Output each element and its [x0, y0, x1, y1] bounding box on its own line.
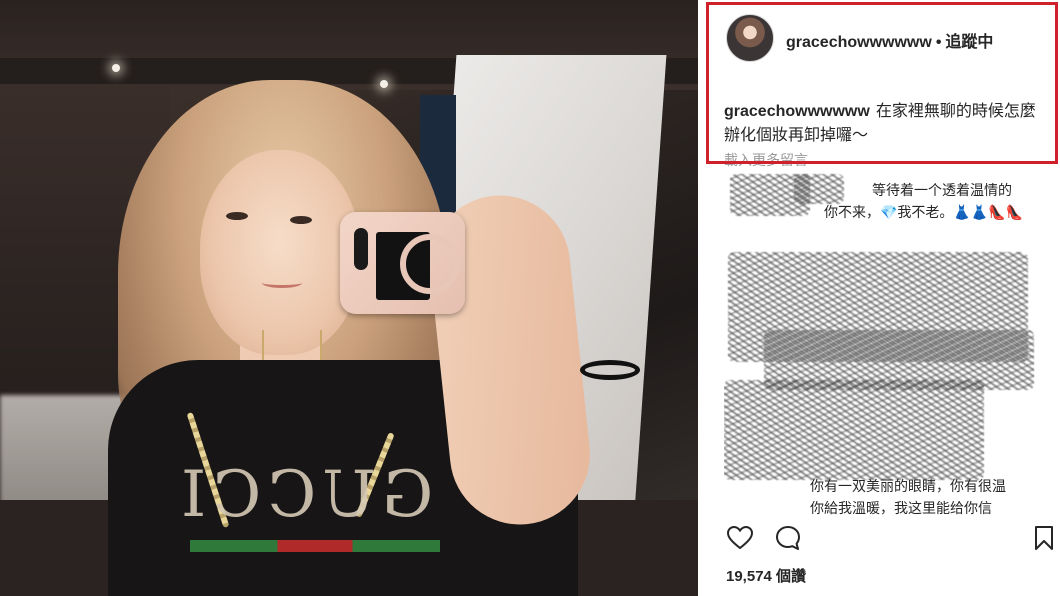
ceiling-lamp	[112, 64, 120, 72]
mouth	[262, 278, 302, 288]
load-more-comments[interactable]: 載入更多留言	[724, 150, 808, 170]
username-link[interactable]: gracechowwwwww	[786, 34, 932, 51]
likes-count[interactable]: 19,574 個讚	[726, 565, 806, 586]
redacted-scribble	[724, 380, 984, 480]
comment-icon[interactable]	[774, 524, 802, 552]
face	[200, 150, 360, 355]
bracelet	[580, 360, 640, 380]
eye	[290, 216, 312, 224]
ceiling-lamp	[380, 80, 388, 88]
phone-camera	[354, 228, 368, 270]
phone-ring-holder	[400, 234, 460, 294]
eye	[226, 212, 248, 220]
bookmark-icon[interactable]	[1030, 524, 1058, 552]
comment-text: 等待着一个透着温情的	[872, 182, 1012, 198]
comment-text: 你給我溫暖，我这里能给你信	[810, 500, 992, 516]
shirt-stripe	[190, 540, 440, 552]
shirt-logo-text: GUCCI	[175, 458, 434, 532]
redacted-scribble	[794, 174, 844, 204]
following-button[interactable]: 追蹤中	[945, 34, 993, 51]
post-photo[interactable]: GUCCI	[0, 0, 698, 596]
post-actions	[724, 524, 1058, 554]
caption-username[interactable]: gracechowwwwww	[724, 103, 870, 120]
comments-list: 等待着一个透着温情的 你不来，💎我不老。👗👗👠👠 你有一双美丽的眼睛，你有很温 …	[724, 170, 1054, 520]
comment-text: 你有一双美丽的眼睛，你有很温	[810, 478, 1006, 494]
post-caption: gracechowwwwww 在家裡無聊的時候怎麼辦化個妝再卸掉囉～	[724, 100, 1050, 148]
avatar[interactable]	[726, 14, 774, 62]
separator-dot: •	[935, 34, 942, 51]
comment-text: 你不来，💎我不老。👗👗👠👠	[824, 204, 1024, 220]
post-header: gracechowwwwww • 追蹤中	[786, 28, 993, 52]
phone	[340, 212, 465, 314]
heart-icon[interactable]	[726, 524, 754, 552]
